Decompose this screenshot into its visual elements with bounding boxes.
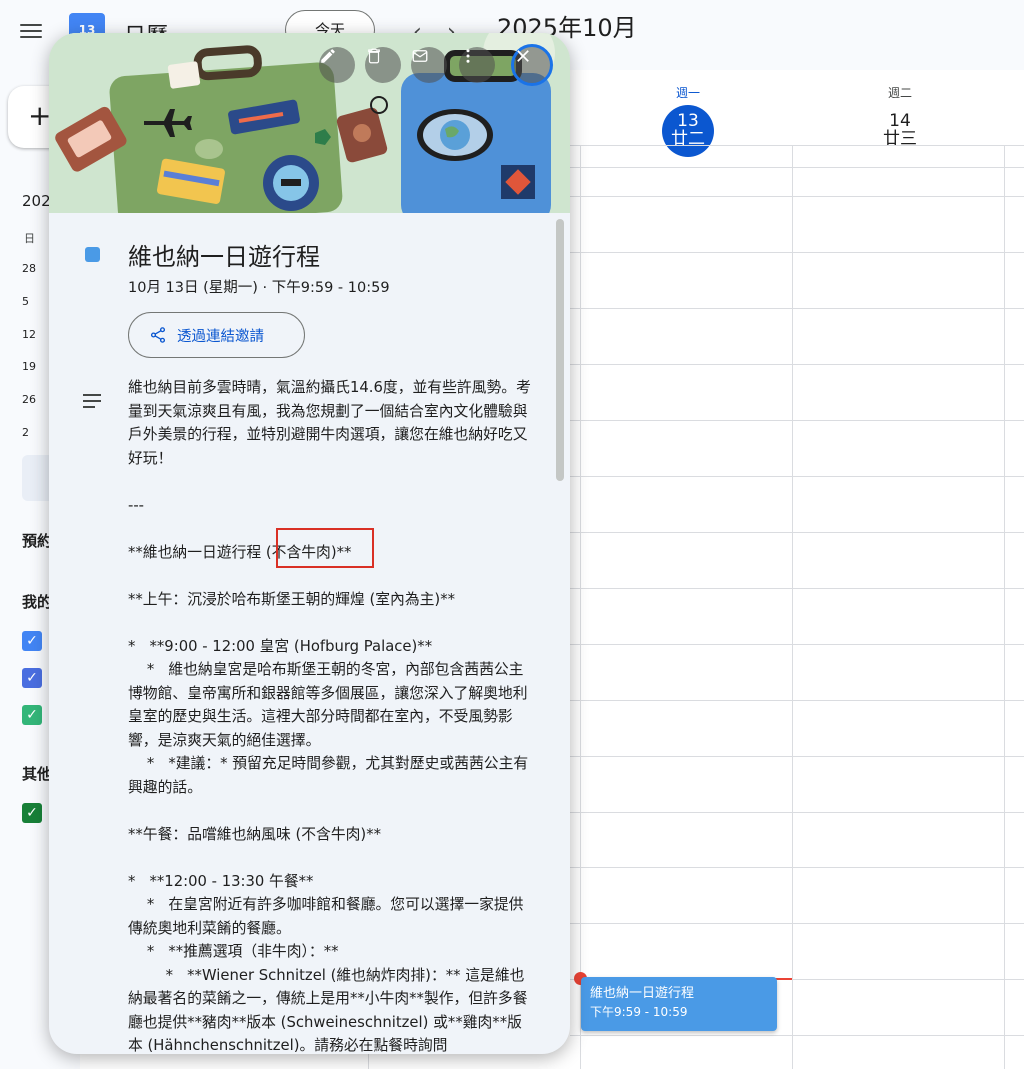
- mini-calendar-weekday: 日: [24, 232, 35, 245]
- week-header: 週一 13 廿二 週二 14 廿三: [570, 70, 1024, 165]
- description-paragraph: * 在皇宮附近有許多咖啡館和餐廳。您可以選擇一家提供傳統奧地利菜餚的餐廳。: [128, 896, 524, 937]
- hour-grid-line: [570, 420, 1024, 421]
- event-chip-time: 下午9:59 - 10:59: [590, 1005, 688, 1019]
- mini-calendar-day[interactable]: 28: [22, 262, 36, 275]
- close-popup-button[interactable]: [511, 44, 553, 86]
- description-paragraph: * **Wiener Schnitzel (維也納炸肉排)：** 這是維也納最著…: [128, 966, 528, 1055]
- hour-grid-line: [570, 196, 1024, 197]
- description-paragraph: * **推薦選項（非牛肉）：**: [128, 943, 339, 960]
- hour-grid-line: [570, 700, 1024, 701]
- other-calendars-label[interactable]: 其他: [22, 763, 52, 784]
- hour-grid-line: [570, 252, 1024, 253]
- grid-divider: [1004, 145, 1005, 1069]
- event-details-popup: 維也納一日遊行程 10月 13日 (星期一) · 下午9:59 - 10:59 …: [49, 33, 570, 1054]
- invite-via-link-button[interactable]: 透過連結邀請: [128, 312, 305, 358]
- description-paragraph: * *建議：* 預留充足時間參觀，尤其對歷史或茜茜公主有興趣的話。: [128, 755, 529, 796]
- grid-divider: [792, 145, 793, 1069]
- grid-divider: [580, 145, 581, 1069]
- event-chip[interactable]: 維也納一日遊行程 下午9:59 - 10:59: [581, 977, 777, 1031]
- hour-grid-line: [570, 867, 1024, 868]
- hour-grid-line: [570, 923, 1024, 924]
- event-title: 維也納一日遊行程: [128, 243, 320, 271]
- event-description[interactable]: 維也納目前多雲時晴，氣溫約攝氏14.6度，並有些許風勢。考量到天氣涼爽且有風，我…: [128, 376, 532, 1054]
- calendar-checkbox[interactable]: ✓: [22, 705, 42, 725]
- share-icon: [150, 327, 166, 343]
- hour-grid-line: [570, 812, 1024, 813]
- hour-grid-line: [570, 532, 1024, 533]
- event-header-illustration: [49, 33, 570, 213]
- date-circle[interactable]: 14 廿三: [874, 105, 926, 157]
- day-header-tuesday[interactable]: 週二 14 廿三: [794, 70, 1006, 157]
- popup-scrollbar[interactable]: [556, 219, 564, 481]
- hour-grid-line: [570, 308, 1024, 309]
- more-options-button[interactable]: [459, 47, 495, 83]
- description-paragraph: ---: [128, 496, 145, 514]
- main-menu-icon[interactable]: [18, 20, 44, 46]
- hour-grid-line: [570, 1035, 1024, 1036]
- mini-calendar-day[interactable]: 26: [22, 393, 36, 406]
- description-blank-line: [128, 799, 532, 823]
- event-time: 10月 13日 (星期一) · 下午9:59 - 10:59: [128, 280, 390, 296]
- email-guests-button[interactable]: [411, 47, 447, 83]
- description-blank-line: [128, 846, 532, 870]
- edit-event-button[interactable]: [319, 47, 355, 83]
- hour-grid-line: [570, 167, 1024, 168]
- description-blank-line: [128, 611, 532, 635]
- calendar-checkbox[interactable]: ✓: [22, 668, 42, 688]
- description-blank-line: [128, 470, 532, 494]
- hour-grid-line: [570, 588, 1024, 589]
- my-calendars-label[interactable]: 我的: [22, 591, 52, 612]
- calendar-checkbox[interactable]: ✓: [22, 631, 42, 651]
- booking-section-label[interactable]: 預約: [22, 530, 52, 551]
- mini-calendar-day[interactable]: 19: [22, 360, 36, 373]
- hour-grid-line: [570, 644, 1024, 645]
- description-paragraph: **午餐：品嚐維也納風味 (不含牛肉)**: [128, 825, 382, 843]
- description-paragraph: * **9:00 - 12:00 皇宮 (Hofburg Palace)**: [128, 637, 433, 655]
- invite-button-label: 透過連結邀請: [177, 328, 264, 345]
- hour-grid-line: [570, 756, 1024, 757]
- today-date-circle[interactable]: 13 廿二: [662, 105, 714, 157]
- delete-event-button[interactable]: [365, 47, 401, 83]
- description-paragraph: 維也納目前多雲時晴，氣溫約攝氏14.6度，並有些許風勢。考量到天氣涼爽且有風，我…: [128, 379, 531, 467]
- annotation-highlight-box: [276, 528, 374, 568]
- mini-calendar-day[interactable]: 5: [22, 295, 29, 308]
- description-paragraph: * **12:00 - 13:30 午餐**: [128, 872, 314, 890]
- description-icon: [83, 394, 101, 412]
- more-icon: [466, 49, 470, 63]
- weekday-label: 週二: [887, 86, 912, 100]
- weekday-label: 週一: [675, 86, 700, 100]
- lunar-date: 廿三: [883, 128, 917, 149]
- description-paragraph: * 維也納皇宮是哈布斯堡王朝的冬宮，內部包含茜茜公主博物館、皇帝寓所和銀器館等多…: [128, 661, 528, 749]
- delete-icon: [368, 48, 380, 64]
- hour-grid-line: [570, 364, 1024, 365]
- close-icon: [517, 50, 529, 62]
- mini-calendar-day[interactable]: 2: [22, 426, 29, 439]
- description-paragraph: **上午：沉浸於哈布斯堡王朝的輝煌 (室內為主)**: [128, 590, 455, 608]
- hour-grid-line: [570, 145, 1024, 146]
- day-header-monday[interactable]: 週一 13 廿二: [582, 70, 794, 157]
- email-icon: [412, 50, 428, 62]
- lunar-date: 廿二: [671, 128, 705, 149]
- mini-calendar-day[interactable]: 12: [22, 328, 36, 341]
- event-chip-title: 維也納一日遊行程: [590, 986, 695, 1001]
- edit-icon: [321, 49, 335, 63]
- event-color-indicator: [85, 247, 100, 262]
- hour-grid-line: [570, 476, 1024, 477]
- calendar-checkbox[interactable]: ✓: [22, 803, 42, 823]
